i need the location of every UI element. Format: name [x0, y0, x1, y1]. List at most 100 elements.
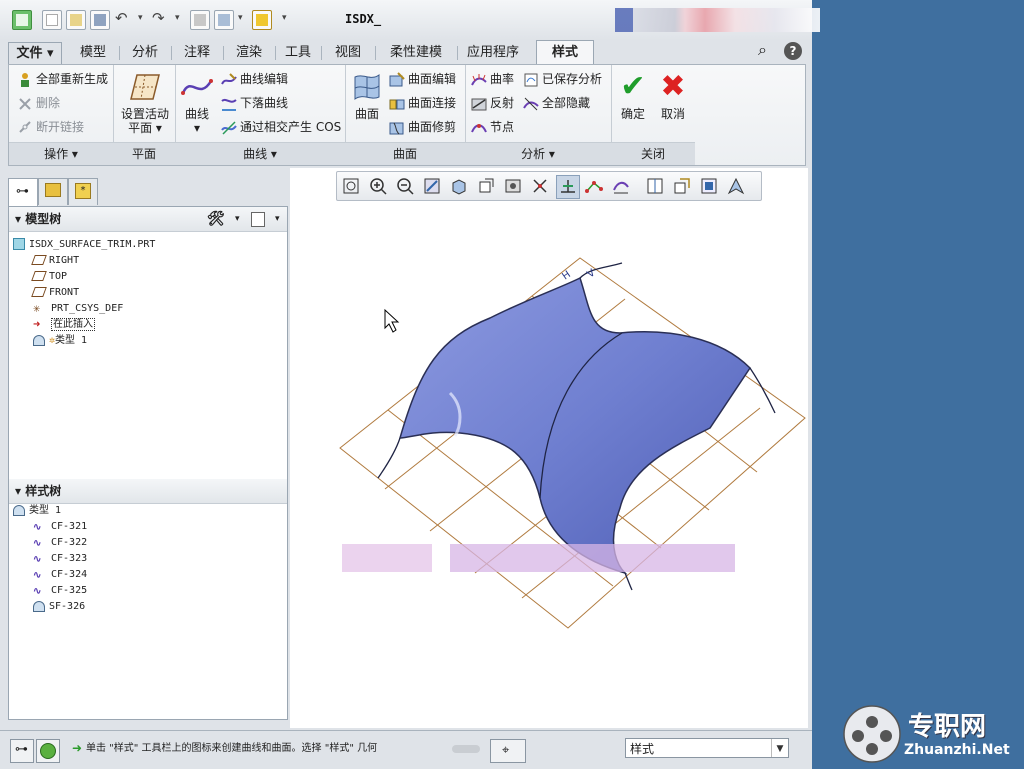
grid-view-icon[interactable] [698, 175, 720, 197]
reflection-button[interactable]: 反射 [471, 93, 514, 113]
tab-view[interactable]: 视图 [324, 42, 372, 64]
operations-footer[interactable]: 操作 ▾ [9, 142, 113, 165]
search-icon[interactable]: ⌕ [758, 40, 767, 60]
regenerate-all-button[interactable]: 全部重新生成 [17, 69, 108, 89]
style-tree-item-curve[interactable]: ∿ CF-321 [33, 519, 87, 535]
intersect-cos-button[interactable]: 通过相交产生 COS [221, 117, 341, 137]
curve-points-icon[interactable] [583, 175, 605, 197]
tab-annotate[interactable]: 注释 [174, 42, 220, 64]
four-view-icon[interactable] [725, 175, 747, 197]
tree-item-part[interactable]: ISDX_SURFACE_TRIM.PRT [13, 237, 155, 253]
tab-applications[interactable]: 应用程序 [460, 42, 526, 64]
browser-icon[interactable] [36, 739, 60, 763]
style-tree-item-curve[interactable]: ∿ CF-324 [33, 567, 87, 583]
tree-item-style-feature[interactable]: ✲类型 1 [33, 333, 87, 349]
surface-mesh-icon[interactable] [610, 175, 632, 197]
zoom-out-icon[interactable] [394, 175, 416, 197]
delete-button[interactable]: 删除 [17, 93, 60, 113]
tree-columns-dropdown-icon[interactable]: ▾ [275, 207, 280, 231]
zoom-in-icon[interactable] [367, 175, 389, 197]
selection-filter[interactable]: 样式 ▼ [625, 738, 789, 758]
surface-connect-button[interactable]: 曲面连接 [389, 93, 456, 113]
boundary-curve[interactable] [749, 367, 776, 414]
tree-settings-dropdown-icon[interactable]: ▾ [235, 207, 240, 231]
group-surface: 曲面 曲面编辑 曲面连接 曲面修剪 曲面 [345, 65, 466, 165]
drop-curve-button[interactable]: 下落曲线 [221, 93, 288, 113]
windows-dropdown-icon[interactable]: ▾ [238, 13, 243, 23]
analysis-footer[interactable]: 分析 ▾ [465, 142, 611, 165]
filter-dropdown-icon[interactable]: ▼ [771, 739, 788, 757]
toggle-navigator-icon[interactable]: ⊶ [10, 739, 34, 763]
display-style-icon[interactable] [448, 175, 470, 197]
undo-icon[interactable]: ↶ [115, 9, 128, 27]
boundary-curve[interactable] [624, 572, 633, 591]
style-tree-item-type[interactable]: 类型 1 [13, 503, 61, 519]
graphics-viewport[interactable]: H V [290, 168, 808, 728]
tab-model[interactable]: 模型 [70, 42, 116, 64]
curve-button[interactable]: 曲线 ▾ [179, 71, 215, 135]
cancel-button[interactable]: ✖ 取消 [655, 71, 691, 122]
datum-display-icon[interactable] [529, 175, 551, 197]
hide-all-button[interactable]: 全部隐藏 [523, 93, 590, 113]
style-tree-collapse-icon[interactable]: ▾ [15, 484, 21, 498]
tab-render[interactable]: 渲染 [226, 42, 272, 64]
saved-orientations-icon[interactable] [475, 175, 497, 197]
tree-item-top[interactable]: TOP [31, 269, 67, 285]
new-file-icon[interactable] [42, 10, 62, 30]
regenerate-all-icon [17, 72, 33, 88]
redo-dropdown-icon[interactable]: ▾ [175, 13, 180, 23]
curve-edit-button[interactable]: 曲线编辑 [221, 69, 288, 89]
window-title-blur [615, 8, 820, 32]
tree-item-right[interactable]: RIGHT [31, 253, 79, 269]
set-active-plane-button[interactable]: 设置活动 平面 ▾ [117, 71, 173, 135]
app-logo-icon[interactable] [12, 10, 32, 30]
tree-columns-icon[interactable] [251, 212, 265, 227]
refit-icon[interactable] [340, 175, 362, 197]
close-footer: 关闭 [611, 142, 695, 165]
tab-flexible-modeling[interactable]: 柔性建模 [378, 42, 454, 64]
favorites-tab[interactable]: * [68, 178, 98, 205]
surface-button[interactable]: 曲面 [349, 71, 385, 121]
single-view-icon[interactable] [644, 175, 666, 197]
node-button[interactable]: 节点 [471, 117, 514, 137]
windows-icon[interactable] [214, 10, 234, 30]
ok-button[interactable]: ✔ 确定 [615, 71, 651, 122]
open-file-icon[interactable] [66, 10, 86, 30]
tab-style[interactable]: 样式 [536, 40, 594, 65]
folder-browser-tab[interactable] [38, 178, 68, 205]
style-tree-item-curve[interactable]: ∿ CF-322 [33, 535, 87, 551]
undo-dropdown-icon[interactable]: ▾ [138, 13, 143, 23]
style-tree-item-surface[interactable]: SF-326 [33, 599, 85, 615]
break-link-button[interactable]: 断开链接 [17, 117, 84, 137]
save-icon[interactable] [90, 10, 110, 30]
tree-settings-icon[interactable]: 🛠 [207, 207, 225, 231]
model-tree-collapse-icon[interactable]: ▾ [15, 212, 21, 226]
view-manager-icon[interactable] [502, 175, 524, 197]
repaint-icon[interactable] [421, 175, 443, 197]
help-icon[interactable]: ? [784, 42, 802, 60]
regenerate-icon[interactable] [190, 10, 210, 30]
redo-icon[interactable]: ↷ [152, 9, 165, 27]
tree-item-front[interactable]: FRONT [31, 285, 79, 301]
tree-item-insert-here[interactable]: ➜ 在此插入 [33, 317, 95, 333]
tab-analysis[interactable]: 分析 [122, 42, 168, 64]
surface-trim-button[interactable]: 曲面修剪 [389, 117, 456, 137]
curves-footer[interactable]: 曲线 ▾ [175, 142, 345, 165]
active-plane-display-icon[interactable] [556, 175, 580, 199]
boundary-curve[interactable] [377, 437, 401, 479]
curvature-button[interactable]: 曲率 [471, 69, 514, 89]
saved-analysis-button[interactable]: 已保存分析 [523, 69, 602, 89]
next-view-icon[interactable] [671, 175, 693, 197]
customize-qat-icon[interactable]: ▾ [282, 13, 287, 23]
tab-file[interactable]: 文件 ▾ [8, 42, 62, 65]
freeform-surface[interactable] [399, 276, 751, 575]
find-icon[interactable]: ⌖ [490, 739, 526, 763]
style-tree-item-curve[interactable]: ∿ CF-325 [33, 583, 87, 599]
surface-edit-button[interactable]: 曲面编辑 [389, 69, 456, 89]
model-tree-tab[interactable]: ⊶ [8, 178, 38, 207]
style-tree-item-curve[interactable]: ∿ CF-323 [33, 551, 87, 567]
close-window-icon[interactable] [252, 10, 272, 30]
group-curves: 曲线 ▾ 曲线编辑 下落曲线 通过相交产生 COS 曲线 ▾ [175, 65, 346, 165]
tree-item-csys[interactable]: ✳ PRT_CSYS_DEF [33, 301, 123, 317]
tab-tools[interactable]: 工具 [278, 42, 318, 64]
